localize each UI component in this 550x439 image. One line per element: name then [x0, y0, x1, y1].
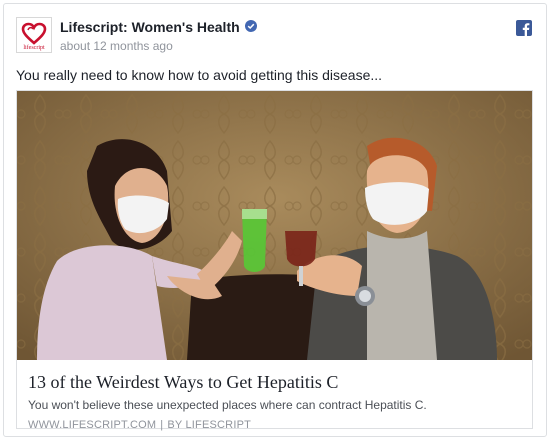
facebook-post-card: lifescript Lifescript: Women's Health ab…	[3, 3, 547, 437]
source-domain: WWW.LIFESCRIPT.COM	[28, 419, 157, 431]
page-avatar[interactable]: lifescript	[16, 17, 52, 53]
article-description: You won't believe these unexpected place…	[28, 398, 427, 412]
post-message: You really need to know how to avoid get…	[16, 67, 383, 83]
article-headline[interactable]: 13 of the Weirdest Ways to Get Hepatitis…	[28, 372, 338, 393]
page-name[interactable]: Lifescript: Women's Health	[60, 19, 257, 35]
svg-text:lifescript: lifescript	[23, 44, 45, 51]
article-source: WWW.LIFESCRIPT.COM | BY LIFESCRIPT	[28, 419, 251, 431]
link-preview[interactable]: 13 of the Weirdest Ways to Get Hepatitis…	[16, 90, 533, 431]
article-image[interactable]	[17, 91, 532, 360]
page-name-label[interactable]: Lifescript: Women's Health	[60, 19, 240, 35]
post-timestamp[interactable]: about 12 months ago	[60, 39, 173, 53]
verified-badge-icon	[244, 19, 257, 35]
facebook-icon[interactable]	[516, 20, 532, 36]
source-byline: BY LIFESCRIPT	[167, 419, 252, 431]
lifescript-logo: lifescript	[21, 22, 47, 51]
source-separator: |	[160, 419, 164, 431]
